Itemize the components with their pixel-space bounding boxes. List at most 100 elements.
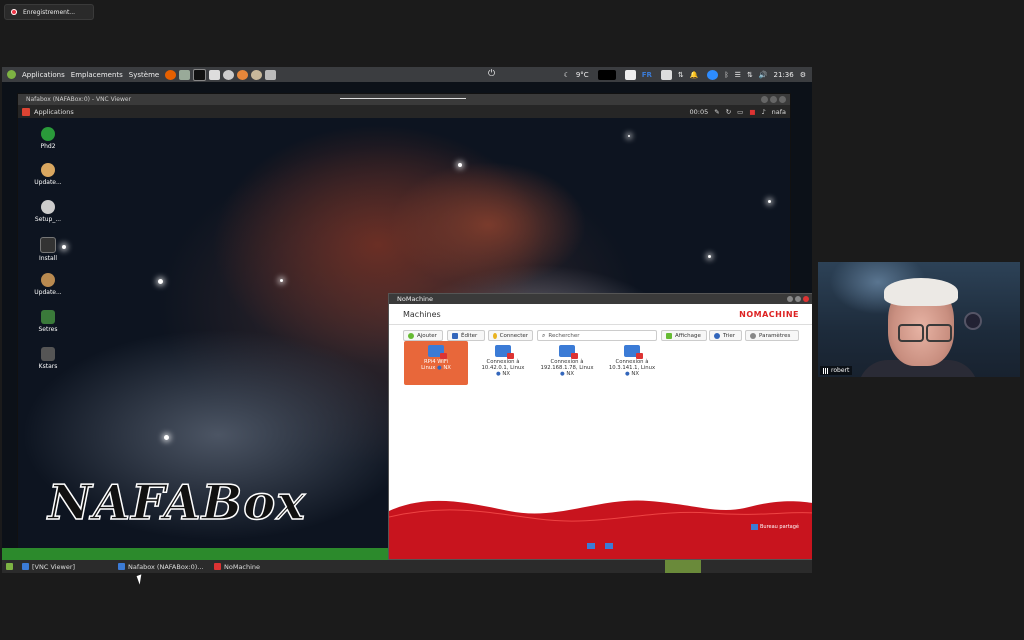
files-icon[interactable] [179, 69, 191, 80]
maximize-icon[interactable] [795, 296, 801, 302]
monitor-icon [559, 345, 578, 359]
minimize-icon[interactable] [761, 96, 768, 103]
workspace-switcher[interactable] [665, 560, 701, 573]
participant-name: robert [820, 366, 853, 375]
settings-gear-icon[interactable]: ⚙ [800, 71, 806, 79]
zoom-icon[interactable] [707, 69, 719, 80]
star [768, 200, 771, 203]
mouse-cursor-icon [136, 574, 145, 585]
desktop-icon-kstars[interactable]: Kstars [23, 347, 73, 370]
app-orange-icon[interactable] [237, 69, 249, 80]
notes-icon[interactable]: ☰ [735, 71, 741, 79]
star [280, 279, 283, 282]
desktop-icon-setup[interactable]: Setup_... [23, 200, 73, 223]
kstars-icon [41, 347, 55, 361]
nomachine-titlebar[interactable]: NoMachine [389, 294, 812, 304]
star [708, 255, 711, 258]
app-beige-icon[interactable] [251, 69, 263, 80]
machine-item-192-168-1-78[interactable]: Connexion à 192.168.1.78, Linux ● NX [535, 341, 599, 385]
connect-icon [493, 332, 497, 339]
nomachine-window[interactable]: NoMachine Machines NOMACHINE Ajouter Édi… [388, 293, 812, 560]
machine-item-10-3-141-1[interactable]: Connexion à 10.3.141.1, Linux ● NX [600, 341, 664, 385]
minimize-icon[interactable] [787, 296, 793, 302]
remote-applications-menu[interactable]: Applications [34, 108, 74, 116]
show-desktop-button[interactable] [6, 560, 13, 573]
recording-indicator[interactable]: Enregistrement... [4, 4, 94, 20]
machine-item-10-42-0-1[interactable]: Connexion à 10.42.0.1, Linux ● NX [471, 341, 535, 385]
terminal-icon[interactable] [193, 68, 207, 81]
taskbar-item-nafabox[interactable]: Nafabox (NAFABox:0)... [118, 560, 204, 573]
nx-icon: ● [560, 371, 565, 377]
camera-icon[interactable] [223, 69, 235, 80]
connect-button[interactable]: Connecter [488, 330, 533, 341]
display-icon[interactable] [660, 69, 672, 80]
install-icon [40, 237, 56, 253]
desktop-icon-setres[interactable]: Setres [23, 310, 73, 333]
graph-icon [597, 69, 616, 80]
taskbar-item-nomachine[interactable]: NoMachine [214, 560, 260, 573]
desktop-icon-install[interactable]: Install [23, 237, 73, 262]
grid-icon [666, 332, 672, 339]
nafabox-logo-icon[interactable] [22, 107, 30, 116]
maximize-icon[interactable] [770, 96, 777, 103]
host-desktop: Applications Emplacements Système ⏻ ☾ 9°… [2, 67, 812, 573]
desktop-icon-update-2[interactable]: Update... [23, 273, 73, 296]
display-button[interactable]: Affichage [661, 330, 707, 341]
monitor-icon [624, 345, 643, 359]
power-icon[interactable]: ⏻ [488, 69, 495, 79]
settings-icon [750, 332, 756, 339]
close-icon[interactable] [803, 296, 809, 302]
plus-icon [408, 332, 414, 339]
network-icon[interactable]: ⇅ [747, 71, 753, 79]
edit-button[interactable]: Éditer [447, 330, 485, 341]
update-icon[interactable] [624, 69, 636, 80]
webcam-tile[interactable]: robert [818, 262, 1020, 377]
settings-button[interactable]: Paramètres [745, 330, 799, 341]
host-taskbar: [VNC Viewer] Nafabox (NAFABox:0)... NoMa… [2, 560, 812, 573]
vnc-toolbar-handle[interactable] [340, 98, 466, 99]
sort-button[interactable]: Trier [709, 330, 742, 341]
vnc-icon [118, 563, 125, 570]
menu-applications[interactable]: Applications [22, 71, 65, 79]
clock[interactable]: 21:36 [774, 71, 794, 79]
shared-desktop-label[interactable]: Bureau partagé [750, 524, 799, 530]
update-icon [41, 273, 55, 287]
search-input[interactable]: ⌕ Rechercher [537, 330, 657, 341]
remote-user[interactable]: nafa [772, 108, 786, 116]
vnc-title: Nafabox (NAFABox:0) - VNC Viewer [26, 96, 132, 103]
nomachine-icon [214, 563, 221, 570]
nomachine-tray-icon[interactable]: ■ [749, 108, 755, 116]
menu-emplacements[interactable]: Emplacements [71, 71, 123, 79]
nx-icon: ● [625, 371, 630, 377]
vnc-titlebar[interactable]: Nafabox (NAFABox:0) - VNC Viewer [18, 94, 790, 105]
display-icon[interactable]: ▭ [737, 108, 743, 116]
firefox-icon[interactable] [165, 69, 177, 80]
machine-item-rpi4[interactable]: RPi4 WiFi Linux ● NX [404, 341, 468, 385]
desktop-icon-update-1[interactable]: Update... [23, 163, 73, 186]
volume-icon[interactable]: 🔊 [759, 71, 768, 79]
tool-icon[interactable]: ✎ [714, 108, 719, 116]
add-button[interactable]: Ajouter [403, 330, 443, 341]
refresh-icon[interactable]: ↻ [726, 108, 731, 116]
mint-logo-icon[interactable] [7, 70, 16, 79]
sort-icon [714, 332, 720, 339]
calculator-icon[interactable] [209, 69, 221, 80]
sound-icon[interactable]: ♪ [761, 108, 765, 116]
bell-icon[interactable]: 🔔 [690, 71, 699, 79]
nomachine-title: NoMachine [397, 295, 434, 303]
desktop-icon-phd2[interactable]: Phd2 [23, 127, 73, 150]
nx-icon: ● [496, 371, 501, 377]
remote-top-panel: Applications 00:05 ✎ ↻ ▭ ■ ♪ nafa [18, 105, 790, 118]
close-icon[interactable] [779, 96, 786, 103]
taskbar-item-vnc[interactable]: [VNC Viewer] [22, 560, 75, 573]
keyboard-layout[interactable]: FR [642, 71, 652, 79]
monitor-icon [428, 345, 447, 359]
star [458, 163, 462, 167]
network-arrows-icon[interactable]: ⇅ [678, 71, 684, 79]
desktop-icon [6, 563, 13, 570]
screenshot-icon[interactable] [265, 69, 277, 80]
shared-desktop-icon [750, 524, 758, 530]
remote-time: 00:05 [689, 107, 709, 116]
menu-systeme[interactable]: Système [129, 71, 159, 79]
bluetooth-icon[interactable]: ᛒ [724, 71, 728, 79]
